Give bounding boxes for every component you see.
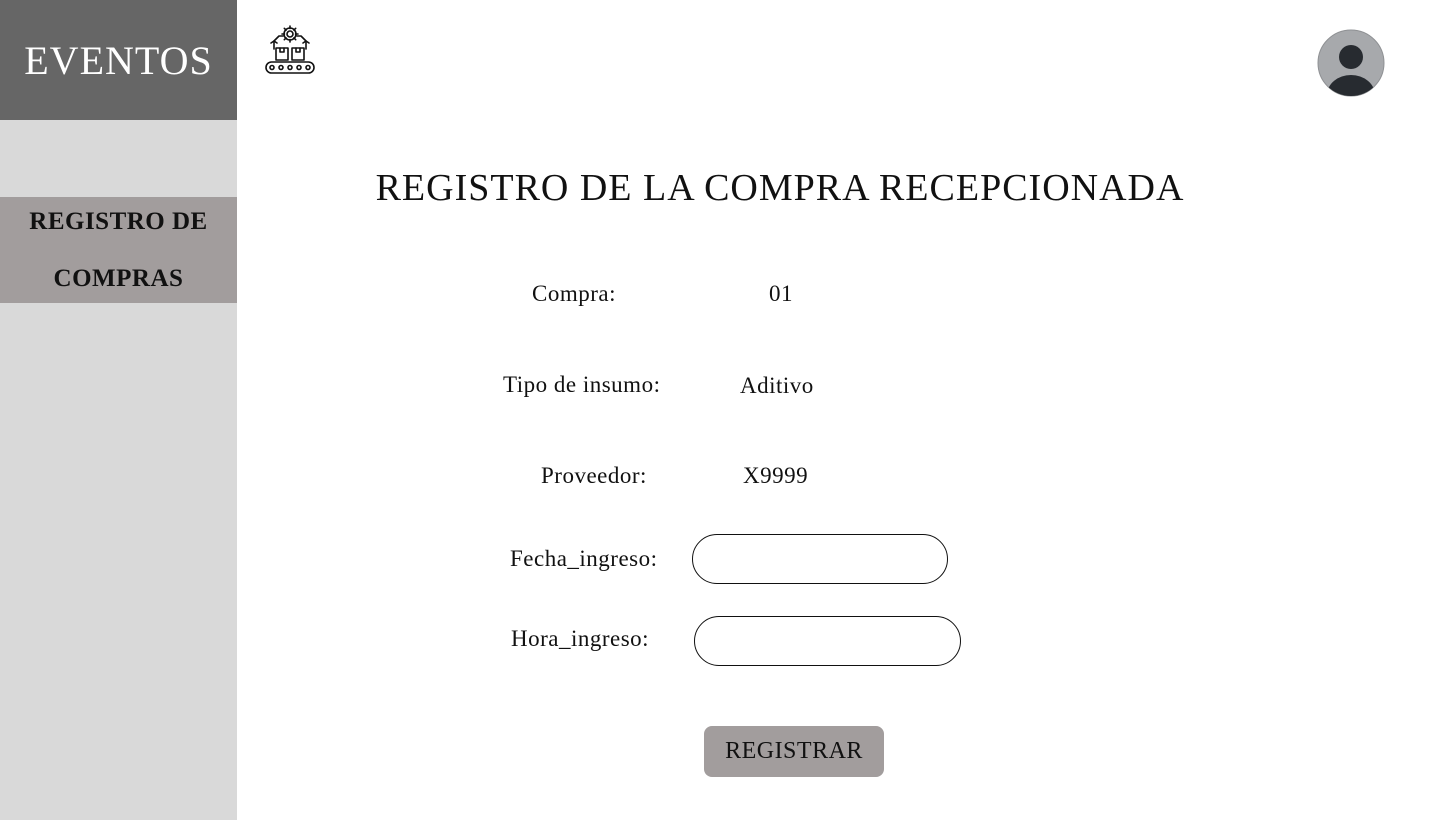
hora-ingreso-label: Hora_ingreso:	[511, 626, 650, 651]
sidebar: EVENTOS REGISTRO DE COMPRAS	[0, 0, 237, 820]
sidebar-item-registro-de-compras[interactable]: REGISTRO DE COMPRAS	[0, 197, 237, 303]
conveyor-belt-factory-icon	[262, 21, 318, 77]
proveedor-label: Proveedor:	[541, 463, 647, 488]
compra-label: Compra:	[532, 281, 616, 306]
compra-value: 01	[769, 281, 793, 306]
fecha-ingreso-label: Fecha_ingreso:	[510, 546, 658, 571]
brand-title: EVENTOS	[24, 37, 213, 83]
hora-ingreso-input[interactable]	[694, 616, 961, 666]
proveedor-value: X9999	[743, 463, 809, 488]
brand-logo: EVENTOS	[0, 0, 237, 120]
tipo-insumo-label: Tipo de insumo:	[503, 372, 661, 397]
registrar-button[interactable]: REGISTRAR	[704, 726, 884, 777]
tipo-insumo-value: Aditivo	[740, 373, 814, 398]
page-title: REGISTRO DE LA COMPRA RECEPCIONADA	[375, 167, 1185, 209]
sidebar-item-label: REGISTRO DE COMPRAS	[29, 208, 208, 292]
user-avatar-icon[interactable]	[1317, 29, 1385, 97]
fecha-ingreso-input[interactable]	[692, 534, 948, 584]
